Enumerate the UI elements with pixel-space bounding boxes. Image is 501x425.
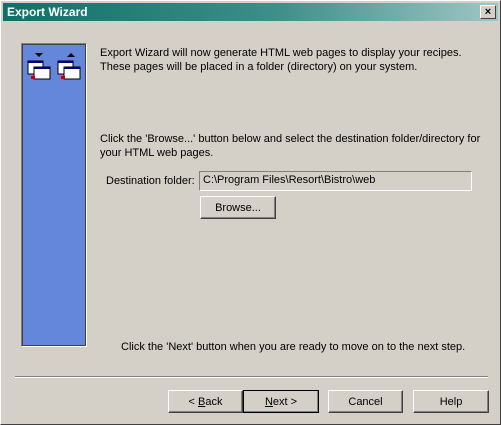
next-accelerator: N (264, 395, 273, 408)
intro-text-line-2: These pages will be placed in a folder (… (100, 61, 418, 73)
destination-folder-label: Destination folder: (106, 175, 195, 187)
wizard-side-panel (21, 43, 87, 347)
next-step-hint: Click the 'Next' button when you are rea… (121, 341, 466, 353)
next-label-rest: ext > (272, 395, 298, 408)
instructions-text-line-1: Click the 'Browse...' button below and s… (100, 133, 481, 145)
intro-text-line-1: Export Wizard will now generate HTML web… (100, 47, 462, 59)
close-icon: × (484, 5, 492, 18)
button-separator (15, 376, 488, 378)
window-title: Export Wizard (7, 5, 88, 19)
help-button[interactable]: Help (413, 390, 489, 413)
next-button[interactable]: Next > (243, 390, 319, 413)
cancel-button[interactable]: Cancel (328, 390, 403, 413)
export-computers-icon (27, 53, 81, 80)
back-button[interactable]: < Back (168, 390, 243, 413)
instructions-text-line-2: your HTML web pages. (100, 147, 214, 159)
back-prefix: < (188, 395, 198, 408)
title-bar[interactable]: Export Wizard × (3, 3, 498, 21)
back-label-rest: ack (205, 395, 223, 408)
destination-folder-field[interactable]: C:\Program Files\Resort\Bistro\web (199, 171, 472, 191)
export-wizard-window: Export Wizard × Export Wizard will now g… (0, 0, 501, 425)
back-accelerator: B (198, 395, 206, 408)
browse-button[interactable]: Browse... (200, 196, 276, 219)
close-button[interactable]: × (480, 5, 496, 19)
